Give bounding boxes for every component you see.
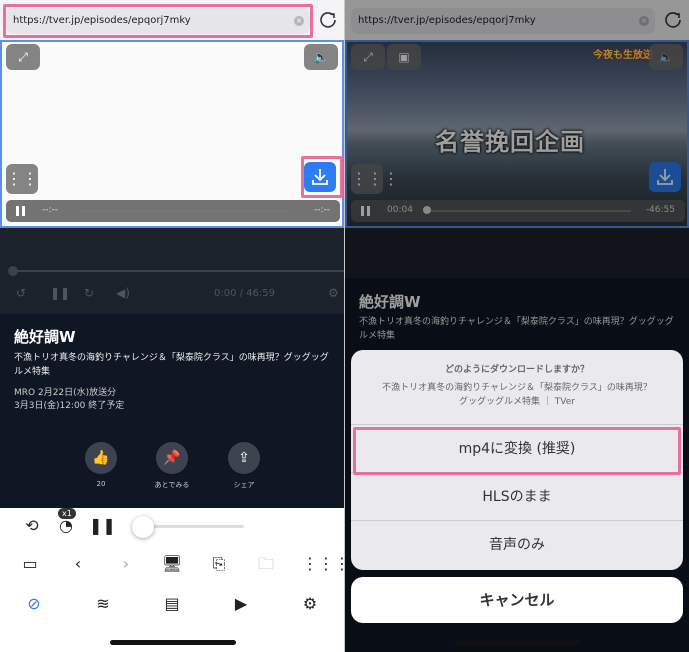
- video-list-icon[interactable]: ▶: [229, 592, 253, 616]
- forward-nav-icon[interactable]: ›: [114, 552, 138, 576]
- page-time: 0:00 / 46:59: [214, 288, 276, 299]
- page-seek-knob[interactable]: [8, 266, 18, 276]
- rotate-lock-icon[interactable]: ⟲: [20, 514, 44, 538]
- page-seek-track[interactable]: [12, 270, 344, 272]
- broadcast-info: MRO 2月22日(水)放送分: [14, 388, 117, 398]
- thumbs-up-icon: 👍: [92, 450, 110, 466]
- archive-icon[interactable]: ▤: [160, 592, 184, 616]
- settings-icon[interactable]: ⚙: [298, 592, 322, 616]
- right-screenshot: https://tver.jp/episodes/epqorj7mky ✕ ⤢ …: [345, 0, 689, 652]
- home-indicator: [110, 640, 236, 645]
- sheet-subtitle-line2: グッグッグルメ特集 ｜ TVer: [459, 397, 575, 407]
- media-slider-track[interactable]: [140, 525, 244, 528]
- reload-icon[interactable]: [318, 10, 338, 30]
- player-control-bar: --:-- --:--: [6, 200, 340, 222]
- bookmark-icon[interactable]: ⎘: [207, 552, 231, 576]
- url-highlight: [3, 4, 313, 38]
- pin-icon: 📌: [163, 450, 181, 466]
- sheet-subtitle-line1: 不漁トリオ真冬の海釣りチャレンジ＆「梨泰院クラス」の味再現？: [382, 383, 652, 393]
- expiry-info: 3月3日(金)12:00 終了予定: [14, 401, 125, 411]
- forward-icon[interactable]: ↻: [84, 286, 94, 300]
- seek-track[interactable]: [80, 210, 286, 212]
- cancel-button[interactable]: キャンセル: [351, 577, 683, 623]
- share-button[interactable]: ⇪: [228, 442, 260, 474]
- media-pause-icon[interactable]: ❚❚: [89, 514, 116, 538]
- apps-grid-icon[interactable]: ⋮⋮⋮: [302, 552, 344, 576]
- video-player[interactable]: ⤢ 🔈 ⋮⋮⋮ --:-- --:--: [0, 40, 344, 228]
- like-count: 20: [96, 480, 106, 488]
- current-time: --:--: [42, 205, 59, 215]
- share-label: シェア: [233, 481, 255, 489]
- share-icon: ⇪: [238, 450, 250, 466]
- sheet-question: どのようにダウンロードしますか？: [444, 365, 589, 375]
- sheet-header: どのようにダウンロードしますか？ 不漁トリオ真冬の海釣りチャレンジ＆「梨泰院クラ…: [351, 350, 683, 424]
- download-highlight: [301, 156, 343, 198]
- media-slider-knob[interactable]: [132, 516, 154, 538]
- page-volume-icon[interactable]: ◀): [116, 286, 130, 300]
- watch-later-label: あとでみる: [154, 481, 190, 489]
- pause-icon[interactable]: [16, 206, 25, 216]
- watch-later-button[interactable]: 📌: [156, 442, 188, 474]
- left-screenshot: https://tver.jp/episodes/epqorj7mky ✕ ⤢ …: [0, 0, 344, 652]
- volume-icon[interactable]: 🔈: [304, 44, 338, 70]
- program-title: 絶好調W: [14, 328, 76, 346]
- option-hls[interactable]: HLSのまま: [351, 472, 683, 520]
- settings-gear-icon[interactable]: ⚙: [328, 286, 339, 300]
- page-pause-icon[interactable]: ❚❚: [50, 286, 70, 300]
- tabs-toggle-icon[interactable]: ▭: [18, 552, 42, 576]
- like-button[interactable]: 👍: [85, 442, 117, 474]
- layers-icon[interactable]: ≋: [91, 592, 115, 616]
- total-time: --:--: [313, 205, 330, 215]
- browser-toolbar: ⟲ x1 ◔ ❚❚ ▭ ‹ › 🖥 ⎘ 🗀 ⋮⋮⋮ ⊘ ≋ ▤ ▶ ⚙: [0, 508, 344, 652]
- folder-search-icon[interactable]: 🗀: [254, 552, 278, 576]
- back-icon[interactable]: ‹: [66, 552, 90, 576]
- page-player: ↺ ❚❚ ↻ ◀) 0:00 / 46:59 ⚙: [0, 228, 344, 314]
- rewind-icon[interactable]: ↺: [16, 286, 26, 300]
- grid-menu-icon[interactable]: ⋮⋮⋮: [6, 164, 54, 194]
- mp4-option-highlight: [353, 427, 681, 475]
- fullscreen-icon[interactable]: ⤢: [6, 44, 40, 70]
- speed-gauge-icon[interactable]: ◔: [54, 514, 78, 538]
- home-indicator-right: [455, 640, 581, 645]
- option-audio-only[interactable]: 音声のみ: [351, 520, 683, 568]
- compass-icon[interactable]: ⊘: [22, 592, 46, 616]
- program-description: 不漁トリオ真冬の海釣りチャレンジ＆「梨泰院クラス」の味再現？グッグッグルメ特集: [14, 353, 329, 377]
- desktop-icon[interactable]: 🖥: [160, 552, 184, 576]
